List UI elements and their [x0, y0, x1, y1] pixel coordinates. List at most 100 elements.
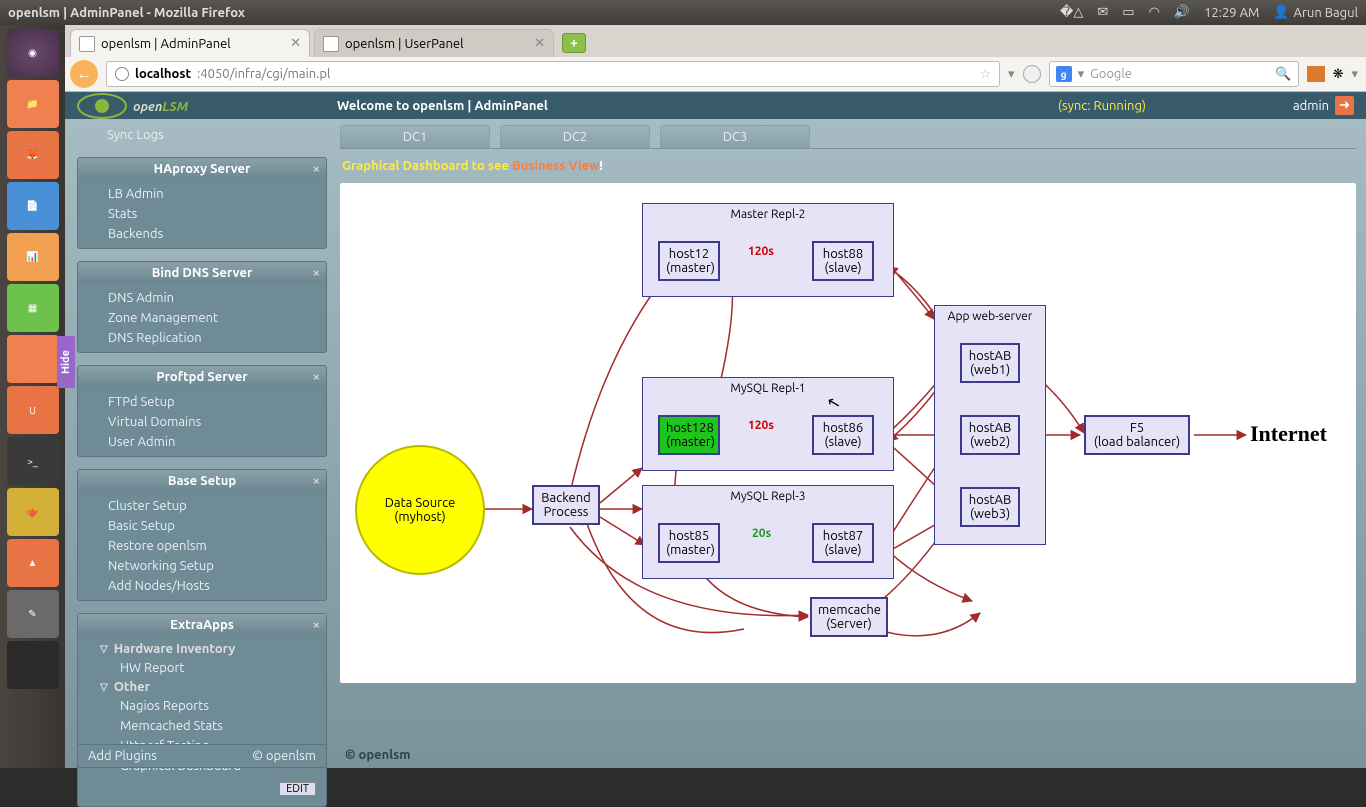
tree-group-other[interactable]: Other — [78, 678, 326, 696]
close-tab-icon[interactable]: ✕ — [534, 36, 545, 51]
panel-header[interactable]: HAproxy Server× — [78, 158, 326, 180]
panel-header[interactable]: Bind DNS Server× — [78, 262, 326, 284]
close-tab-icon[interactable]: ✕ — [290, 36, 301, 51]
node-web3[interactable]: hostAB(web3) — [960, 487, 1020, 527]
dropdown-icon[interactable]: ▾ — [1008, 67, 1015, 82]
welcome-text: Welcome to openlsm | AdminPanel — [337, 99, 548, 113]
logo-icon — [77, 93, 127, 119]
firefox-icon[interactable]: 🦊 — [7, 131, 59, 179]
search-input[interactable]: g ▾ Google 🔍 — [1049, 61, 1299, 87]
sidebar-item[interactable]: FTPd Setup — [78, 392, 326, 412]
node-datasource[interactable]: Data Source(myhost) — [355, 445, 485, 575]
node-backend[interactable]: BackendProcess — [532, 485, 600, 525]
node-internet: Internet — [1250, 421, 1327, 447]
window-title: openlsm | AdminPanel - Mozilla Firefox — [8, 6, 245, 20]
panel-header[interactable]: Base Setup× — [78, 470, 326, 492]
sidebar-item[interactable]: Restore openlsm — [78, 536, 326, 556]
url-input[interactable]: localhost:4050/infra/cgi/main.pl ☆ — [106, 61, 1000, 87]
collapse-icon[interactable]: × — [313, 618, 320, 632]
node-web1[interactable]: hostAB(web1) — [960, 343, 1020, 383]
app-page: openLSM Welcome to openlsm | AdminPanel … — [65, 92, 1366, 768]
sidebar-item[interactable]: DNS Admin — [78, 288, 326, 308]
sidebar-item[interactable]: Memcached Stats — [78, 716, 326, 736]
node-host12[interactable]: host12(master) — [658, 241, 720, 281]
hide-sidebar-button[interactable]: Hide — [57, 336, 75, 388]
collapse-icon[interactable]: × — [313, 266, 320, 280]
files-icon[interactable]: 📁 — [7, 80, 59, 128]
delay-mysql3: 20s — [752, 527, 771, 540]
collapse-icon[interactable]: × — [313, 370, 320, 384]
user-menu[interactable]: 👤 Arun Bagul — [1273, 5, 1358, 20]
logout-icon: ➜ — [1335, 96, 1354, 115]
clock[interactable]: 12:29 AM — [1204, 6, 1259, 20]
logo[interactable]: openLSM — [77, 93, 337, 119]
dash-icon[interactable]: ◉ — [7, 29, 59, 77]
tab-dc3[interactable]: DC3 — [660, 125, 810, 148]
node-f5[interactable]: F5(load balancer) — [1084, 415, 1190, 455]
reload-button[interactable] — [1023, 65, 1041, 83]
window-titlebar: openlsm | AdminPanel - Mozilla Firefox �… — [0, 0, 1366, 25]
node-memcache[interactable]: memcache(Server) — [810, 597, 888, 637]
panel-header[interactable]: Proftpd Server× — [78, 366, 326, 388]
panel-header[interactable]: ExtraApps× — [78, 614, 326, 636]
bookmark-icon[interactable]: ☆ — [979, 67, 991, 82]
addon-icon[interactable]: ❋ — [1333, 67, 1344, 82]
wifi-icon[interactable]: ◠ — [1149, 5, 1160, 20]
node-host87[interactable]: host87(slave) — [812, 523, 874, 563]
app-icon[interactable]: 🫖 — [7, 488, 59, 536]
sidebar-item[interactable]: DNS Replication — [78, 328, 326, 348]
sidebar-item[interactable]: Virtual Domains — [78, 412, 326, 432]
home-button[interactable] — [1307, 66, 1325, 82]
app-header: openLSM Welcome to openlsm | AdminPanel … — [65, 92, 1366, 119]
sidebar-item[interactable]: User Admin — [78, 432, 326, 452]
sidebar-item[interactable]: Zone Management — [78, 308, 326, 328]
battery-icon[interactable]: ▭ — [1122, 5, 1134, 20]
volume-icon[interactable]: 🔊 — [1174, 5, 1190, 20]
sidebar-item[interactable]: LB Admin — [78, 184, 326, 204]
sidebar-item[interactable]: Networking Setup — [78, 556, 326, 576]
node-host86[interactable]: host86(slave) — [812, 415, 874, 455]
sidebar-item[interactable]: Stats — [78, 204, 326, 224]
vlc-tray-icon[interactable]: �△ — [1060, 5, 1083, 20]
collapse-icon[interactable]: × — [313, 162, 320, 176]
add-plugins-link[interactable]: Add Plugins — [88, 749, 157, 763]
panel-proftpd: Proftpd Server× FTPd Setup Virtual Domai… — [77, 365, 327, 457]
browser-tab-active[interactable]: openlsm | AdminPanel ✕ — [70, 29, 310, 57]
user-area[interactable]: admin➜ — [1293, 96, 1354, 115]
mail-icon[interactable]: ✉ — [1097, 5, 1108, 20]
edit-button[interactable]: EDIT — [279, 782, 316, 796]
browser-tab-inactive[interactable]: openlsm | UserPanel ✕ — [314, 29, 554, 57]
globe-icon — [115, 67, 129, 81]
node-host128[interactable]: host128(master) — [658, 415, 720, 455]
sidebar-item[interactable]: HW Report — [78, 658, 326, 678]
node-web2[interactable]: hostAB(web2) — [960, 415, 1020, 455]
software-center-icon[interactable]: U — [7, 386, 59, 434]
app-icon[interactable] — [7, 335, 59, 383]
sidebar-item[interactable]: Cluster Setup — [78, 496, 326, 516]
editor-icon[interactable]: ✎ — [7, 590, 59, 638]
diagram-canvas: Data Source(myhost) BackendProcess Maste… — [340, 183, 1356, 683]
tab-dc2[interactable]: DC2 — [500, 125, 650, 148]
back-button[interactable]: ← — [70, 60, 98, 88]
sidebar-item[interactable]: Add Nodes/Hosts — [78, 576, 326, 596]
node-host85[interactable]: host85(master) — [658, 523, 720, 563]
terminal-icon[interactable]: >_ — [7, 437, 59, 485]
writer-icon[interactable]: 📄 — [7, 182, 59, 230]
new-tab-button[interactable]: + — [562, 33, 586, 53]
node-host88[interactable]: host88(slave) — [812, 241, 874, 281]
tree-group-hardware[interactable]: Hardware Inventory — [78, 640, 326, 658]
app-icon[interactable] — [7, 641, 59, 689]
delay-master2: 120s — [748, 245, 774, 258]
menu-icon[interactable]: ▾ — [1351, 67, 1358, 82]
impress-icon[interactable]: 📊 — [7, 233, 59, 281]
sidebar-item[interactable]: Nagios Reports — [78, 696, 326, 716]
sidebar-item[interactable]: Basic Setup — [78, 516, 326, 536]
sync-status: (sync: Running) — [1058, 99, 1146, 113]
vlc-icon[interactable]: ▲ — [7, 539, 59, 587]
search-go-icon[interactable]: 🔍 — [1275, 67, 1291, 82]
calc-icon[interactable]: ▦ — [7, 284, 59, 332]
collapse-icon[interactable]: × — [313, 474, 320, 488]
sidebar-item-synclogs[interactable]: Sync Logs — [77, 125, 327, 145]
tab-dc1[interactable]: DC1 — [340, 125, 490, 148]
sidebar-item[interactable]: Backends — [78, 224, 326, 244]
